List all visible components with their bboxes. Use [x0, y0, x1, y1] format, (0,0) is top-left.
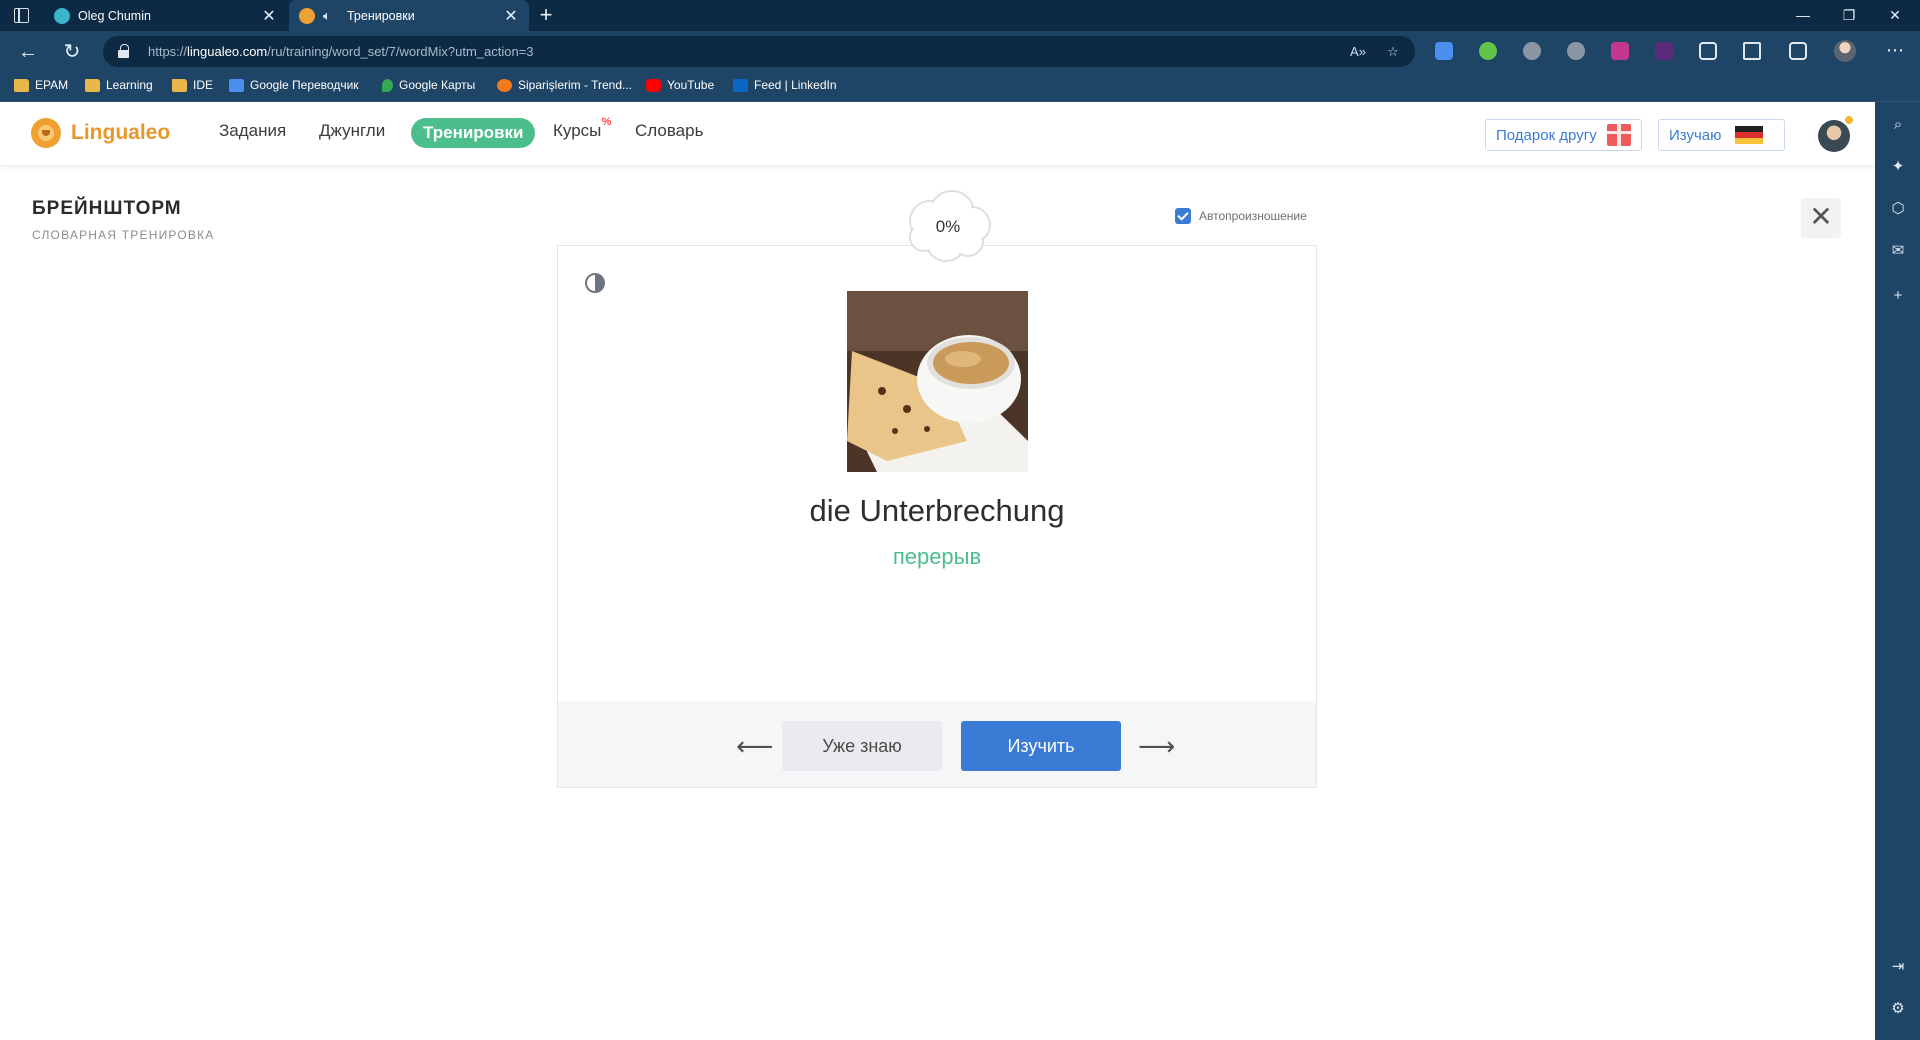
word-translation: перерыв — [892, 544, 982, 569]
grey-extension-icon[interactable] — [1523, 42, 1541, 60]
nav-tasks[interactable]: Задания — [219, 121, 286, 141]
bookmark-google-maps[interactable]: Google Карты — [382, 78, 475, 92]
training-subtitle: СЛОВАРНАЯ ТРЕНИРОВКА — [32, 228, 215, 242]
german-flag-icon — [1735, 126, 1764, 144]
tab-title: Oleg Chumin — [78, 8, 151, 23]
favorites-icon[interactable] — [1743, 42, 1761, 60]
prev-arrow-icon[interactable]: ⟵ — [736, 731, 773, 761]
pink-extension-icon[interactable] — [1611, 42, 1629, 60]
tab-close-icon[interactable]: ✕ — [261, 6, 277, 26]
folder-icon — [85, 78, 100, 92]
card-footer: ⟵ Уже знаю Изучить ⟶ — [558, 701, 1316, 787]
close-training-button[interactable]: ✕ — [1801, 198, 1841, 238]
gift-icon — [1606, 124, 1631, 146]
settings-gear-icon[interactable]: ⚙ — [1888, 999, 1908, 1019]
lock-icon[interactable] — [118, 44, 129, 58]
bookmark-epam[interactable]: EPAM — [14, 78, 68, 92]
user-avatar[interactable] — [1818, 114, 1855, 152]
tab-close-icon[interactable]: ✕ — [503, 6, 519, 26]
google-maps-icon — [382, 78, 393, 92]
browser-tab-active[interactable]: 🔈︎ Тренировки ✕ — [289, 0, 529, 31]
learning-language-label: Изучаю — [1669, 126, 1722, 144]
word-image — [847, 291, 1028, 472]
profile-favicon-icon — [54, 7, 70, 24]
grey-extension-icon-2[interactable] — [1567, 42, 1585, 60]
browser-profile-avatar[interactable] — [1834, 40, 1856, 62]
discount-badge: % — [601, 116, 612, 128]
bookmark-ide[interactable]: IDE — [172, 78, 213, 92]
trendyol-icon — [497, 78, 512, 92]
window-close-button[interactable]: ✕ — [1872, 0, 1918, 31]
browser-tab-bar: Oleg Chumin ✕ 🔈︎ Тренировки ✕ + — ❐ ✕ — [0, 0, 1920, 31]
collections-icon[interactable] — [1789, 42, 1807, 60]
back-button[interactable]: ← — [15, 39, 41, 65]
url-text: https://lingualeo.com/ru/training/word_s… — [148, 44, 534, 59]
new-tab-button[interactable]: + — [535, 3, 557, 27]
progress-percent: 0% — [935, 217, 961, 236]
google-translate-icon — [229, 78, 244, 92]
hide-sidebar-icon[interactable]: ⇥ — [1888, 957, 1908, 977]
games-icon[interactable]: ⬡ — [1888, 199, 1908, 219]
nav-courses[interactable]: Курсы% — [553, 116, 611, 141]
extensions-puzzle-icon[interactable] — [1699, 42, 1717, 60]
already-know-button[interactable]: Уже знаю — [782, 721, 942, 771]
search-icon[interactable]: ⌕ — [1888, 115, 1908, 135]
progress-cloud: 0% — [902, 189, 994, 265]
bookmark-google-translate[interactable]: Google Переводчик — [229, 78, 359, 92]
favorite-star-icon[interactable]: ☆ — [1384, 43, 1402, 61]
youtube-icon — [646, 78, 661, 92]
read-aloud-icon[interactable]: A» — [1349, 43, 1367, 61]
nav-courses-label: Курсы — [553, 121, 602, 140]
nav-dictionary[interactable]: Словарь — [635, 121, 703, 141]
green-extension-icon[interactable] — [1479, 42, 1497, 60]
folder-icon — [14, 78, 29, 92]
restore-button[interactable]: ❐ — [1826, 0, 1872, 31]
linkedin-icon — [733, 78, 748, 92]
learn-button[interactable]: Изучить — [961, 721, 1121, 771]
autopronounce-toggle[interactable]: Автопроизношение — [1175, 208, 1307, 224]
copilot-icon[interactable]: ✦ — [1888, 157, 1908, 177]
purple-extension-icon[interactable] — [1655, 42, 1673, 60]
site-header: Lingualeo Задания Джунгли Тренировки Кур… — [0, 102, 1875, 166]
autopronounce-label: Автопроизношение — [1199, 209, 1307, 223]
translate-extension-icon[interactable] — [1435, 42, 1453, 60]
gift-friend-label: Подарок другу — [1496, 126, 1597, 144]
lingualeo-favicon-icon — [299, 7, 315, 24]
nav-trainings[interactable]: Тренировки — [411, 118, 536, 148]
add-icon[interactable]: + — [1888, 286, 1908, 306]
page: Lingualeo Задания Джунгли Тренировки Кур… — [0, 102, 1875, 1040]
contrast-toggle-icon[interactable] — [585, 273, 605, 293]
training-title: БРЕЙНШТОРМ — [32, 198, 182, 219]
lingualeo-logo[interactable]: Lingualeo — [31, 118, 170, 148]
bookmark-youtube[interactable]: YouTube — [646, 78, 714, 92]
refresh-button[interactable]: ↻ — [59, 39, 85, 65]
word-card: die Unterbrechung перерыв ⟵ Уже знаю Изу… — [557, 245, 1317, 788]
edge-sidebar: ⌕ ✦ ⬡ ✉ + ⇥ ⚙ — [1875, 102, 1920, 1040]
next-arrow-icon[interactable]: ⟶ — [1138, 731, 1175, 761]
outlook-icon[interactable]: ✉ — [1888, 241, 1908, 261]
bookmarks-bar: EPAM Learning IDE Google Переводчик Goog… — [0, 72, 1920, 102]
bookmark-trendyol[interactable]: Siparişlerim - Trend... — [497, 78, 632, 92]
speaker-icon[interactable]: 🔈︎ — [323, 8, 339, 23]
folder-icon — [172, 78, 187, 92]
browser-toolbar: ← ↻ https://lingualeo.com/ru/training/wo… — [0, 31, 1920, 72]
tab-title: Тренировки — [347, 8, 415, 23]
browser-tab[interactable]: Oleg Chumin ✕ — [44, 0, 287, 31]
lion-logo-icon — [31, 118, 61, 148]
premium-badge-icon — [1843, 114, 1855, 126]
bookmark-linkedin[interactable]: Feed | LinkedIn — [733, 78, 837, 92]
logo-text: Lingualeo — [71, 121, 171, 144]
autopronounce-checkbox[interactable] — [1175, 208, 1191, 224]
gift-friend-button[interactable]: Подарок другу — [1485, 119, 1642, 151]
address-bar[interactable]: https://lingualeo.com/ru/training/word_s… — [103, 36, 1415, 67]
more-options-icon[interactable]: ⋯ — [1886, 40, 1904, 60]
nav-jungle[interactable]: Джунгли — [319, 121, 385, 141]
foreign-word: die Unterbrechung — [809, 493, 1065, 528]
learning-language-button[interactable]: Изучаю — [1658, 119, 1785, 151]
bookmark-learning[interactable]: Learning — [85, 78, 153, 92]
minimize-button[interactable]: — — [1780, 0, 1826, 31]
tab-actions-icon[interactable] — [14, 8, 29, 23]
